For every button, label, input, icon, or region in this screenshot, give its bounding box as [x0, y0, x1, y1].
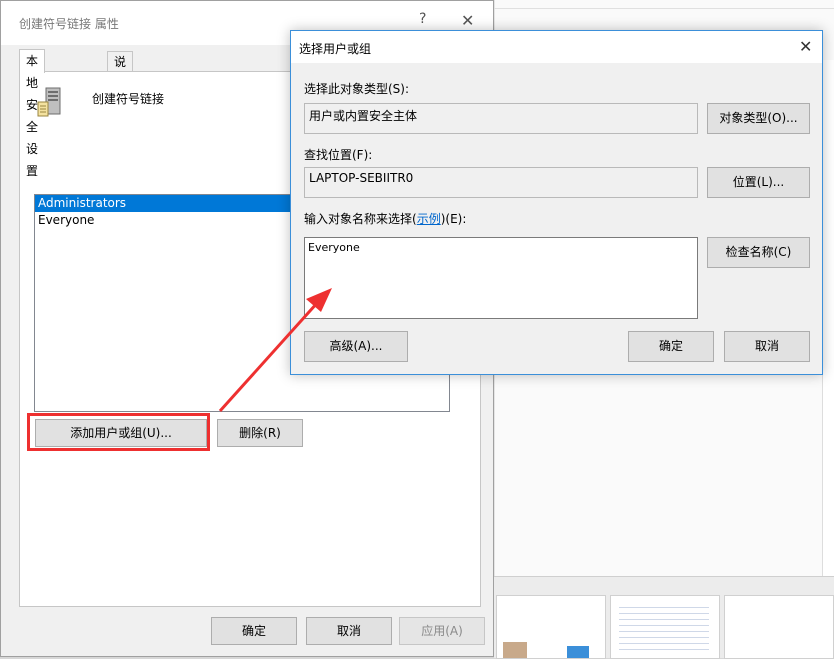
- tab-local-security-setting[interactable]: 本地安全设置: [19, 49, 46, 178]
- cancel-button[interactable]: 取消: [306, 617, 392, 645]
- background-divider: [494, 8, 834, 9]
- object-types-button[interactable]: 对象类型(O)...: [707, 103, 810, 134]
- highlight-annotation: [27, 413, 210, 451]
- advanced-button[interactable]: 高级(A)...: [304, 331, 408, 362]
- object-names-label-prefix: 输入对象名称来选择(: [304, 212, 417, 226]
- help-icon[interactable]: ?: [419, 11, 426, 27]
- ok-button[interactable]: 确定: [628, 331, 714, 362]
- object-type-label: 选择此对象类型(S):: [304, 82, 410, 96]
- object-names-textarea[interactable]: Everyone: [304, 237, 698, 319]
- object-names-label: 输入对象名称来选择(示例)(E):: [304, 210, 466, 227]
- window-thumbnail[interactable]: [724, 595, 834, 659]
- check-names-button[interactable]: 检查名称(C): [707, 237, 810, 268]
- object-names-label-suffix: )(E):: [440, 212, 467, 226]
- close-icon[interactable]: ✕: [461, 11, 474, 30]
- properties-title: 创建符号链接 属性: [19, 17, 119, 31]
- remove-button[interactable]: 删除(R): [217, 419, 303, 447]
- select-dialog-titlebar[interactable]: 选择用户或组 ✕: [291, 31, 822, 63]
- object-type-field: 用户或内置安全主体: [304, 103, 698, 134]
- select-users-dialog: 选择用户或组 ✕ 选择此对象类型(S): 用户或内置安全主体 对象类型(O)..…: [290, 30, 823, 375]
- select-dialog-title: 选择用户或组: [299, 42, 372, 56]
- locations-button[interactable]: 位置(L)...: [707, 167, 810, 198]
- window-thumbnail[interactable]: [610, 595, 720, 659]
- background-right-edge: [822, 60, 834, 580]
- server-policy-icon: [37, 87, 61, 117]
- window-thumbnail[interactable]: [496, 595, 606, 659]
- location-field: LAPTOP-SEBIITR0: [304, 167, 698, 198]
- cancel-button[interactable]: 取消: [724, 331, 810, 362]
- location-label: 查找位置(F):: [304, 148, 373, 162]
- tab-explain[interactable]: 说明: [107, 51, 134, 89]
- policy-name: 创建符号链接: [92, 92, 165, 106]
- apply-button[interactable]: 应用(A): [399, 617, 485, 645]
- close-icon[interactable]: ✕: [799, 37, 812, 56]
- ok-button[interactable]: 确定: [211, 617, 297, 645]
- examples-link[interactable]: 示例: [417, 212, 441, 226]
